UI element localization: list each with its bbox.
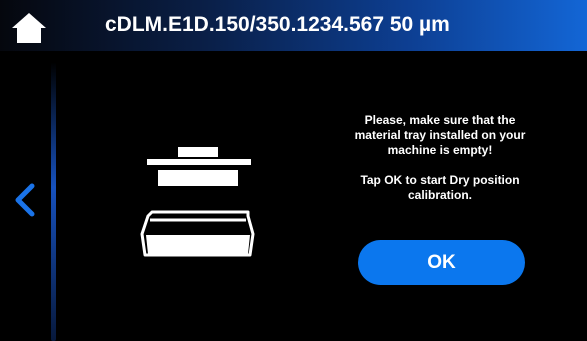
empty-material-tray-icon <box>140 147 255 257</box>
home-icon <box>12 13 46 43</box>
instruction-text-calibration: Tap OK to start Dry position calibration… <box>360 173 520 202</box>
home-button[interactable] <box>10 11 48 45</box>
header-bar: cDLM.E1D.150/350.1234.567 50 µm <box>0 0 587 51</box>
back-button[interactable] <box>10 180 40 220</box>
ok-button[interactable]: OK <box>358 240 525 285</box>
page-title: cDLM.E1D.150/350.1234.567 50 µm <box>105 13 450 36</box>
calibration-screen: cDLM.E1D.150/350.1234.567 50 µm Please, … <box>0 0 587 341</box>
chevron-left-icon <box>15 183 35 217</box>
sidebar-divider <box>51 62 56 341</box>
instruction-text-tray: Please, make sure that the material tray… <box>354 113 526 157</box>
material-tray-illustration <box>140 140 260 262</box>
instruction-message: Please, make sure that the material tray… <box>340 113 540 203</box>
